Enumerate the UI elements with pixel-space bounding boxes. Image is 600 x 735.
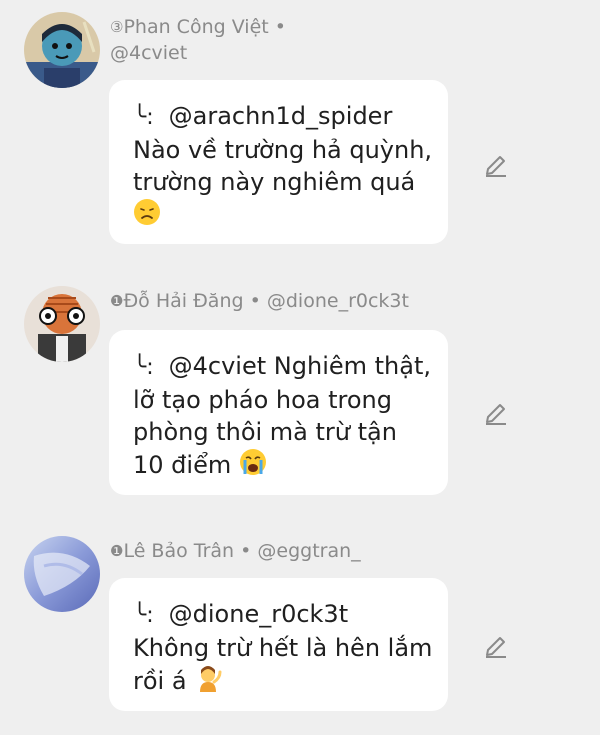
reply-mention[interactable]: @arachn1d_spider bbox=[169, 102, 393, 130]
crying-face-icon bbox=[239, 448, 267, 476]
separator-dot: • bbox=[240, 540, 252, 562]
reply-reference: ╰: @4cviet Nghiêm thật, bbox=[133, 350, 432, 384]
message-line-with-emoji: rồi á bbox=[133, 664, 430, 697]
edit-pencil-icon[interactable] bbox=[482, 398, 510, 426]
reply-arrow-icon: ╰: bbox=[133, 105, 154, 130]
author-name[interactable]: Lê Bảo Trân bbox=[123, 540, 234, 562]
avatar[interactable] bbox=[24, 286, 100, 362]
rank-badge: ❶ bbox=[110, 292, 124, 310]
reply-arrow-icon: ╰: bbox=[133, 603, 154, 628]
disappointed-face-icon bbox=[133, 198, 161, 226]
message-line-with-emoji: 10 điểm bbox=[133, 448, 430, 481]
reply-reference: ╰: @arachn1d_spider bbox=[133, 100, 430, 134]
message-line: trường này nghiêm quá bbox=[133, 168, 416, 196]
separator-dot: • bbox=[249, 290, 261, 312]
comment-item: ❶Lê Bảo Trân • @eggtran_ ╰: @dione_r0ck3… bbox=[0, 528, 600, 718]
message-line: phòng thôi mà trừ tận bbox=[133, 418, 397, 446]
comment-author-meta: ❶Đỗ Hải Đăng • @dione_r0ck3t bbox=[110, 288, 409, 314]
author-name[interactable]: Đỗ Hải Đăng bbox=[123, 290, 243, 312]
message-line: Nào về trường hả quỳnh, bbox=[133, 136, 433, 164]
author-handle[interactable]: @eggtran_ bbox=[257, 540, 360, 562]
rank-badge: ③ bbox=[110, 18, 124, 36]
message-line: 10 điểm bbox=[133, 451, 232, 479]
message-bubble: ╰: @arachn1d_spider Nào về trường hả quỳ… bbox=[109, 80, 448, 244]
edit-pencil-icon[interactable] bbox=[482, 631, 510, 659]
message-line: rồi á bbox=[133, 667, 187, 695]
avatar[interactable] bbox=[24, 536, 100, 612]
comment-author-meta: ③Phan Công Việt • @4cviet bbox=[110, 14, 286, 66]
message-bubble: ╰: @4cviet Nghiêm thật, lỡ tạo pháo hoa … bbox=[109, 330, 448, 495]
message-text: Nghiêm thật, bbox=[273, 352, 432, 380]
avatar[interactable] bbox=[24, 12, 100, 88]
reply-arrow-icon: ╰: bbox=[133, 355, 154, 380]
message-bubble: ╰: @dione_r0ck3t Không trừ hết là hên lắ… bbox=[109, 578, 448, 711]
separator-dot: • bbox=[274, 16, 286, 38]
rank-badge: ❶ bbox=[110, 542, 124, 560]
comment-item: ❶Đỗ Hải Đăng • @dione_r0ck3t ╰: @4cviet … bbox=[0, 280, 600, 495]
message-line: lỡ tạo pháo hoa trong bbox=[133, 386, 392, 414]
message-line: Không trừ hết là hên lắm bbox=[133, 634, 433, 662]
author-name[interactable]: Phan Công Việt bbox=[123, 16, 268, 38]
edit-pencil-icon[interactable] bbox=[482, 150, 510, 178]
comment-author-meta: ❶Lê Bảo Trân • @eggtran_ bbox=[110, 538, 361, 564]
author-handle[interactable]: @dione_r0ck3t bbox=[267, 290, 409, 312]
reply-mention[interactable]: @4cviet bbox=[169, 352, 267, 380]
reply-reference: ╰: @dione_r0ck3t bbox=[133, 598, 430, 632]
comment-item: ③Phan Công Việt • @4cviet ╰: @arachn1d_s… bbox=[0, 0, 600, 250]
tipping-hand-person-icon bbox=[194, 664, 222, 692]
author-handle[interactable]: @4cviet bbox=[110, 42, 187, 64]
reply-mention[interactable]: @dione_r0ck3t bbox=[169, 600, 348, 628]
